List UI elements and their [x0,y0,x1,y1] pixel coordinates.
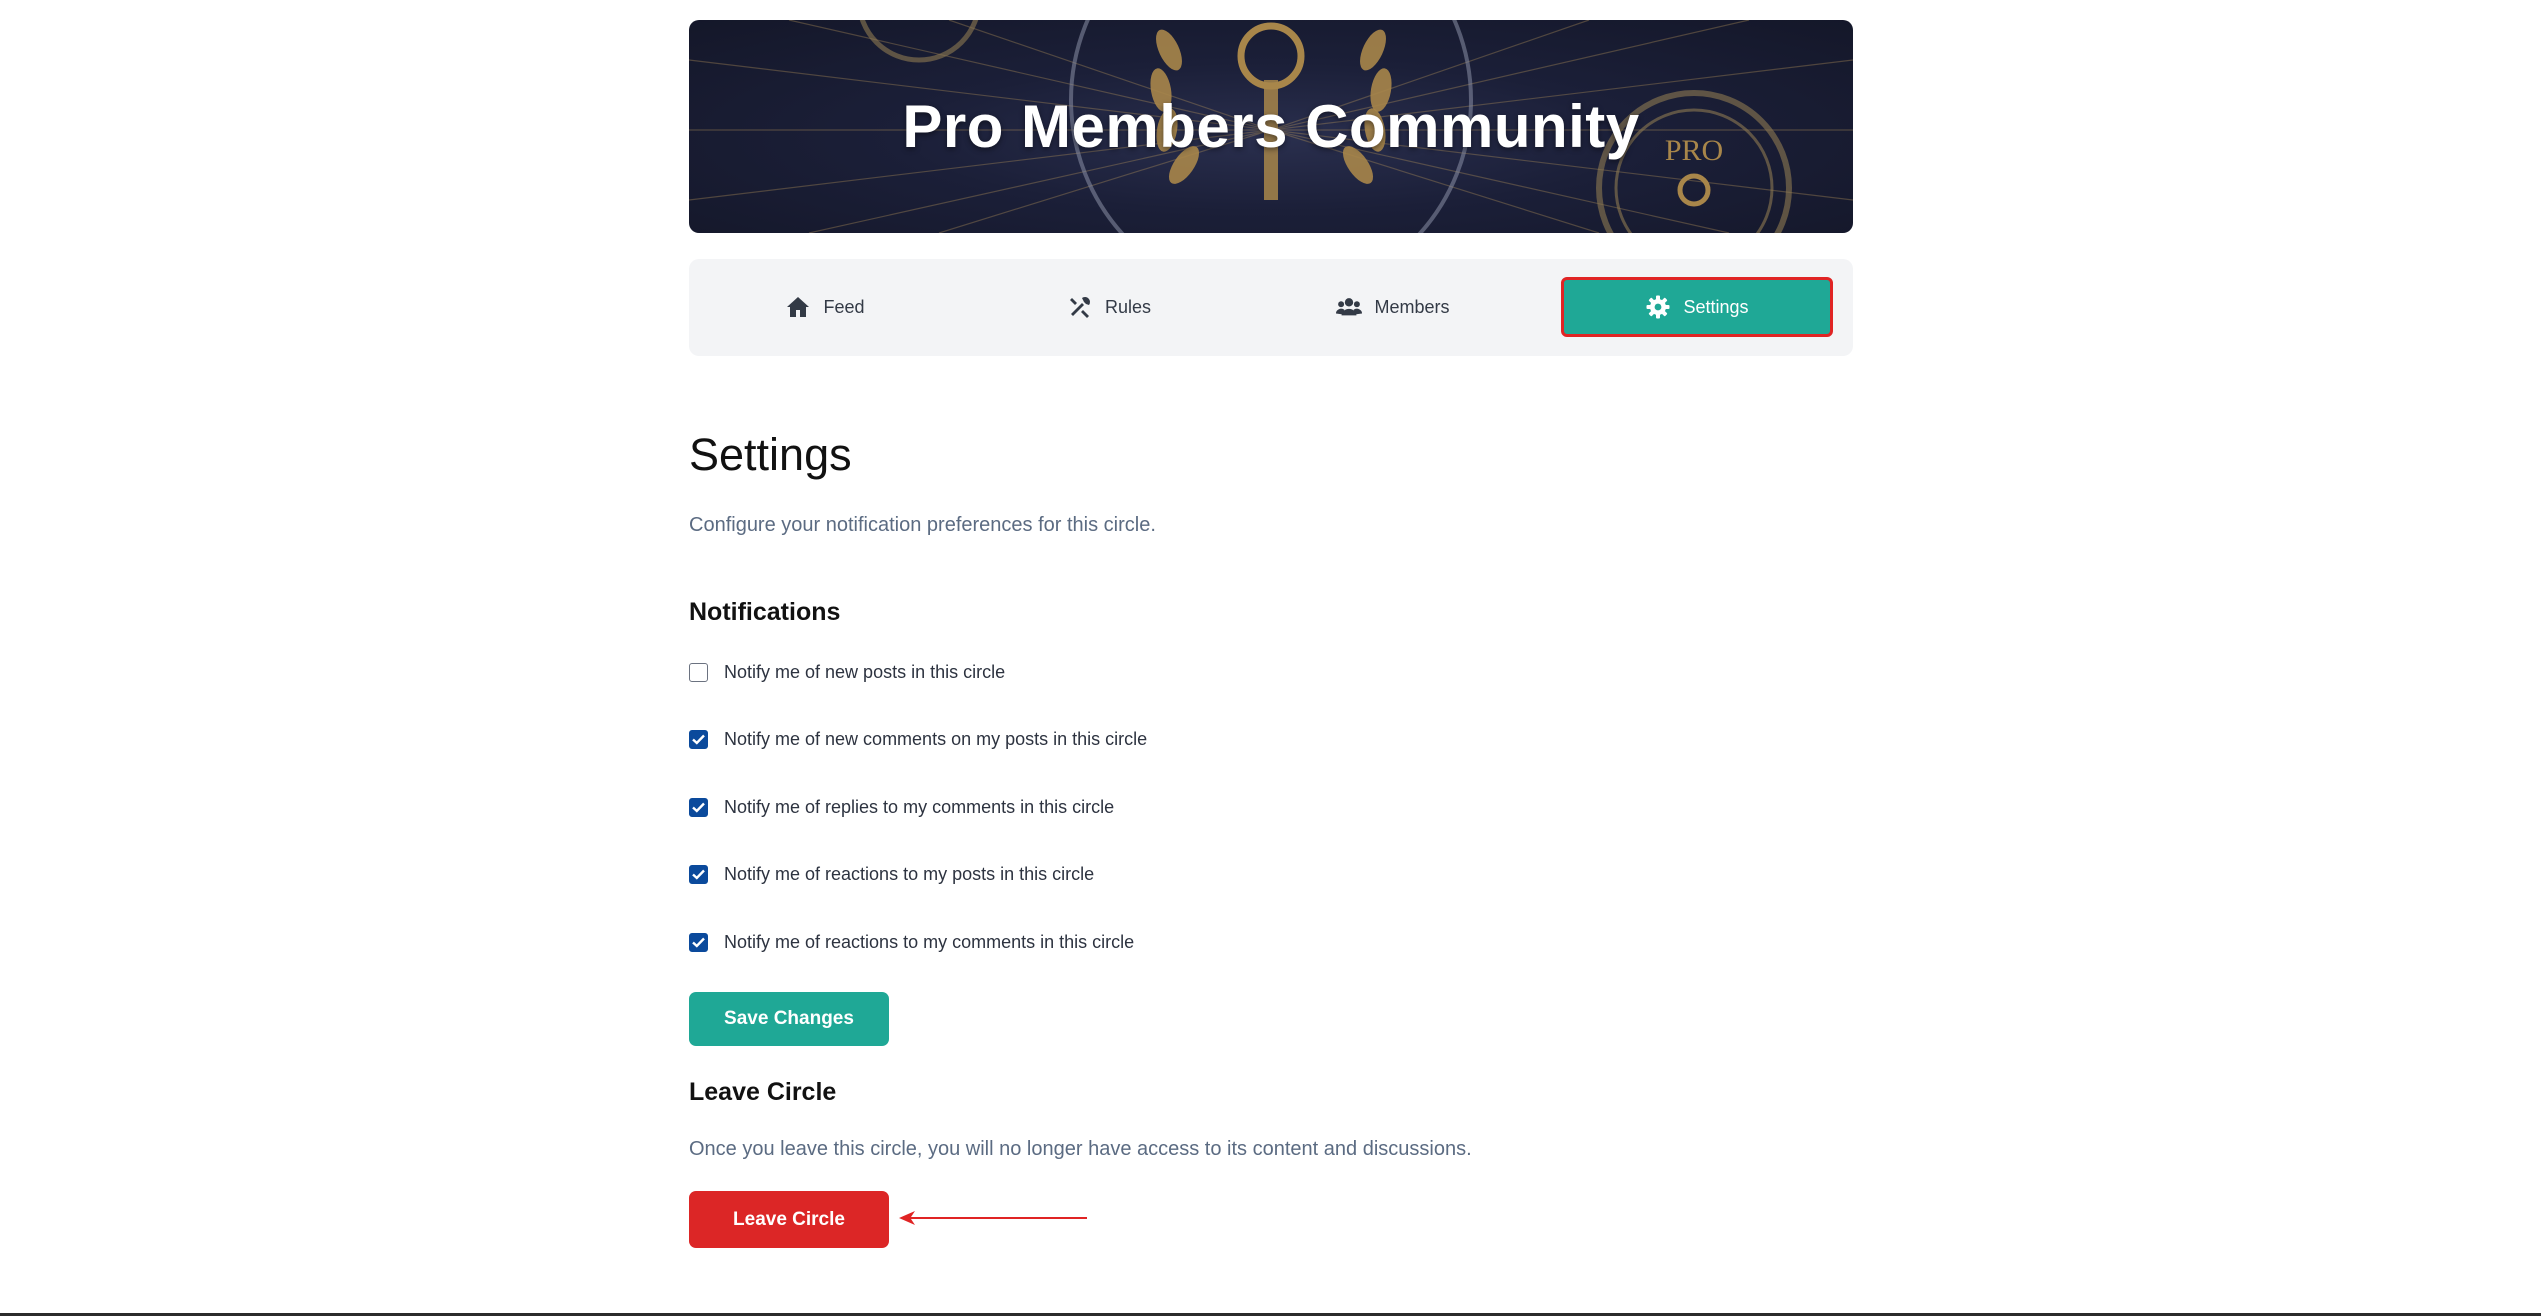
checkmark-icon [692,734,705,745]
tab-rules-label: Rules [1104,296,1152,317]
notify-new-posts-checkbox[interactable] [689,663,708,682]
home-icon [785,295,811,319]
tab-rules[interactable]: Rules [973,277,1245,337]
tab-members[interactable]: Members [1257,277,1529,337]
notify-new-comments-checkbox[interactable] [689,730,708,749]
notify-replies-option[interactable]: Notify me of replies to my comments in t… [689,797,1114,818]
annotation-arrow-icon [899,1211,1087,1225]
page: PRO Pro Members Community Feed Rules Mem… [0,0,2541,1316]
leave-circle-heading: Leave Circle [689,1078,837,1106]
tab-members-label: Members [1374,296,1450,317]
notifications-heading: Notifications [689,598,841,626]
circle-banner: PRO Pro Members Community [689,20,1853,233]
tab-feed-label: Feed [823,296,865,317]
notify-reactions-comments-checkbox[interactable] [689,933,708,952]
save-changes-button[interactable]: Save Changes [689,992,889,1046]
page-title: Settings [689,429,852,480]
notify-new-comments-label: Notify me of new comments on my posts in… [724,729,1148,749]
notify-replies-label: Notify me of replies to my comments in t… [724,797,1115,817]
notify-new-posts-option[interactable]: Notify me of new posts in this circle [689,662,1005,683]
banner-title: Pro Members Community [902,93,1640,160]
tab-settings-label: Settings [1683,296,1749,317]
leave-circle-description: Once you leave this circle, you will no … [689,1138,1472,1160]
leave-circle-button[interactable]: Leave Circle [689,1191,889,1248]
notify-reactions-comments-option[interactable]: Notify me of reactions to my comments in… [689,932,1134,953]
settings-subtitle: Configure your notification preferences … [689,514,1156,536]
checkmark-icon [692,802,705,813]
users-icon [1336,295,1363,319]
gear-icon [1645,295,1671,319]
circle-container: PRO Pro Members Community Feed Rules Mem… [689,20,1853,1248]
notify-reactions-comments-label: Notify me of reactions to my comments in… [724,932,1135,952]
tab-feed[interactable]: Feed [689,277,961,337]
notify-new-comments-option[interactable]: Notify me of new comments on my posts in… [689,729,1147,750]
circle-tabs: Feed Rules Members Settings [689,259,1853,356]
notify-reactions-posts-checkbox[interactable] [689,865,708,884]
notify-reactions-posts-option[interactable]: Notify me of reactions to my posts in th… [689,864,1094,885]
tools-icon [1067,295,1093,319]
checkmark-icon [692,937,705,948]
notify-new-posts-label: Notify me of new posts in this circle [724,662,1006,682]
checkmark-icon [692,869,705,880]
notify-reactions-posts-label: Notify me of reactions to my posts in th… [724,864,1095,884]
tab-settings[interactable]: Settings [1561,277,1833,337]
notify-replies-checkbox[interactable] [689,798,708,817]
